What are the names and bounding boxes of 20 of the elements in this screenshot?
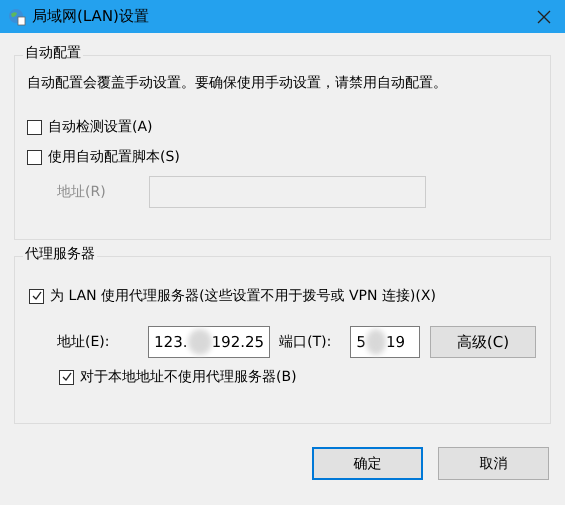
- ok-button[interactable]: 确定: [312, 447, 423, 480]
- group-title: 代理服务器: [23, 245, 97, 263]
- address-label: 地址(R): [57, 183, 107, 201]
- checkbox[interactable]: 为 LAN 使用代理服务器(这些设置不用于拨号或 VPN 连接)(X): [29, 287, 436, 305]
- check-icon: [60, 371, 72, 383]
- cancel-button[interactable]: 取消: [438, 447, 549, 480]
- address-label: 地址(E):: [57, 333, 110, 351]
- port-label: 端口(T):: [279, 333, 332, 351]
- checkbox[interactable]: 自动检测设置(A): [27, 118, 153, 136]
- address-field[interactable]: 123. 192.25: [148, 326, 270, 358]
- checkbox[interactable]: 使用自动配置脚本(S): [27, 148, 180, 166]
- globe-icon: [8, 8, 26, 26]
- description-text: 自动配置会覆盖手动设置。要确保使用手动设置，请禁用自动配置。: [27, 74, 448, 92]
- advanced-button[interactable]: 高级(C): [430, 326, 536, 358]
- port-field[interactable]: 5 19: [350, 326, 420, 358]
- close-icon[interactable]: [537, 10, 551, 24]
- check-icon: [30, 290, 42, 302]
- checkbox[interactable]: 对于本地地址不使用代理服务器(B): [59, 368, 297, 386]
- group-title: 自动配置: [23, 44, 83, 62]
- window-title: 局域网(LAN)设置: [32, 7, 150, 26]
